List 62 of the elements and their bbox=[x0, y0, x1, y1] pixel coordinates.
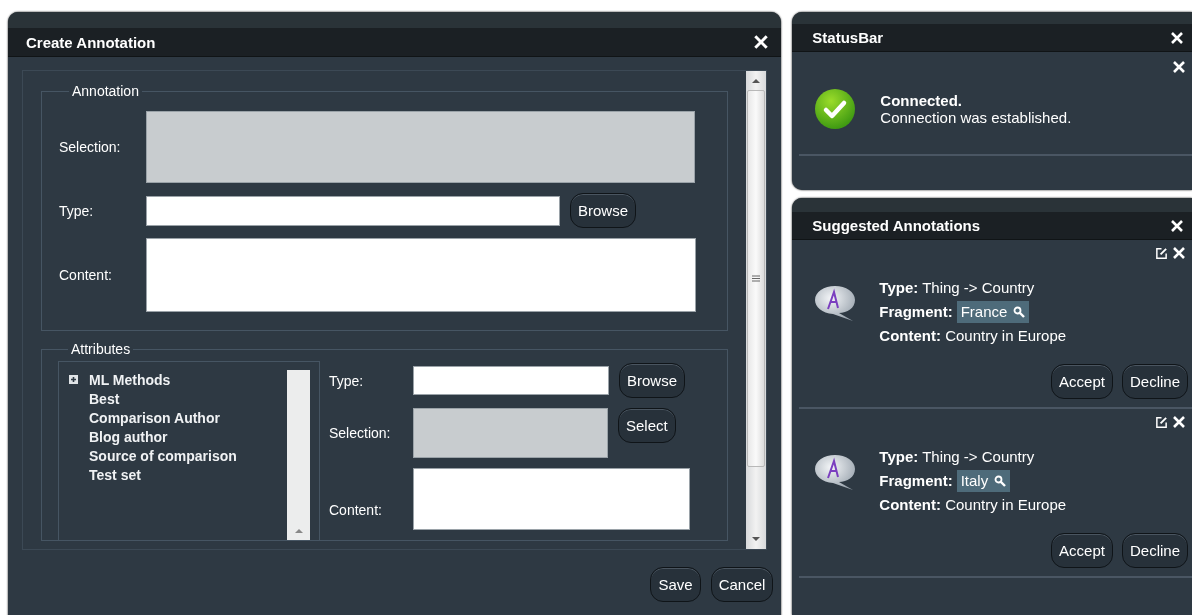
fragment-chip[interactable]: France bbox=[956, 301, 1030, 323]
scroll-down-icon[interactable] bbox=[752, 537, 761, 542]
field-label: Selection: bbox=[59, 139, 122, 155]
close-icon[interactable] bbox=[1172, 415, 1186, 429]
close-icon[interactable] bbox=[1170, 218, 1184, 233]
search-icon bbox=[1013, 306, 1026, 318]
edit-icon[interactable] bbox=[1155, 415, 1168, 429]
field-label: Type: bbox=[329, 372, 365, 389]
fragment-chip[interactable]: Italy bbox=[956, 470, 1011, 492]
attribute-button[interactable]: Select bbox=[618, 408, 676, 443]
attribute-button[interactable]: Browse bbox=[619, 363, 686, 398]
content-text: Content: Country in Europe bbox=[879, 326, 1067, 346]
type-input[interactable] bbox=[413, 366, 609, 395]
suggestion-button[interactable]: Accept bbox=[1051, 533, 1113, 568]
field-label: Content: bbox=[329, 502, 383, 520]
edit-icon[interactable] bbox=[1155, 246, 1168, 260]
selection-field[interactable] bbox=[146, 111, 695, 183]
suggestion-button[interactable]: Accept bbox=[1051, 364, 1113, 399]
scroll-up-icon[interactable] bbox=[294, 528, 303, 533]
suggestion-button[interactable]: Decline bbox=[1121, 364, 1188, 399]
tree-item[interactable]: ML Methods bbox=[89, 371, 171, 388]
speech-bubble-icon bbox=[813, 284, 858, 322]
tree-item[interactable]: Comparison Author bbox=[89, 409, 220, 426]
content-text: Content: Country in Europe bbox=[879, 495, 1067, 515]
selection-field[interactable] bbox=[413, 408, 608, 458]
tree-item[interactable]: Source of comparison bbox=[89, 447, 237, 464]
fragment-label: Fragment: bbox=[879, 302, 953, 322]
search-icon bbox=[994, 475, 1007, 487]
field-label: Type: bbox=[59, 202, 95, 219]
fieldset-legend: Attributes bbox=[68, 341, 134, 357]
expand-icon[interactable] bbox=[69, 375, 78, 384]
suggestion-button[interactable]: Decline bbox=[1121, 533, 1188, 568]
panel-title: StatusBar bbox=[812, 29, 884, 46]
tree-item[interactable]: Test set bbox=[89, 466, 141, 483]
scrollbar[interactable] bbox=[287, 370, 310, 540]
field-label: Content: bbox=[59, 267, 113, 283]
message-text: Connection was established. bbox=[880, 109, 1072, 126]
dialog-title: Create Annotation bbox=[26, 33, 156, 51]
dialog-button[interactable]: Save bbox=[650, 567, 701, 602]
tree-item[interactable]: Blog author bbox=[89, 428, 168, 445]
content-textarea[interactable] bbox=[413, 468, 690, 530]
close-icon[interactable] bbox=[1172, 246, 1186, 260]
panel-title: Suggested Annotations bbox=[812, 217, 981, 234]
close-icon[interactable] bbox=[1170, 30, 1184, 45]
type-input[interactable] bbox=[146, 195, 560, 226]
speech-bubble-icon bbox=[813, 453, 858, 491]
tree-item[interactable]: Best bbox=[89, 390, 120, 407]
browse-button[interactable]: Browse bbox=[570, 193, 637, 228]
grip-icon[interactable] bbox=[752, 275, 761, 282]
check-circle-icon bbox=[814, 88, 857, 130]
scroll-up-icon[interactable] bbox=[752, 78, 761, 83]
field-label: Selection: bbox=[329, 425, 392, 441]
fragment-label: Fragment: bbox=[879, 471, 953, 491]
message-title: Connected. bbox=[880, 92, 964, 109]
type-text: Type: Thing -> Country bbox=[879, 278, 1036, 298]
scrollbar[interactable] bbox=[746, 71, 767, 549]
dialog-button[interactable]: Cancel bbox=[710, 567, 774, 602]
fieldset-legend: Annotation bbox=[69, 83, 142, 99]
type-text: Type: Thing -> Country bbox=[879, 447, 1036, 467]
close-icon[interactable] bbox=[753, 34, 770, 50]
content-textarea[interactable] bbox=[146, 238, 696, 312]
close-icon[interactable] bbox=[1172, 60, 1186, 74]
